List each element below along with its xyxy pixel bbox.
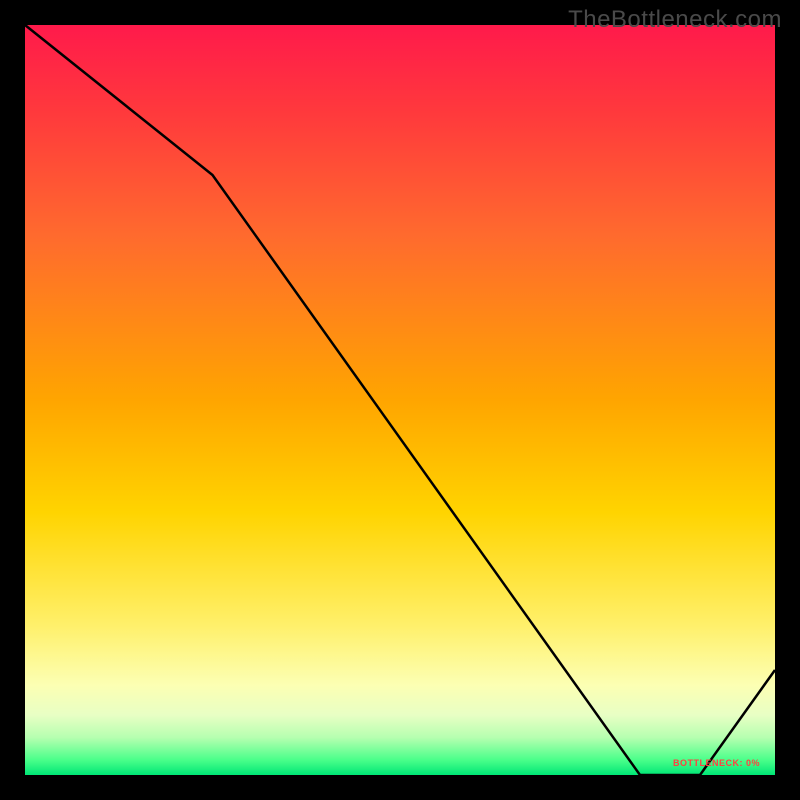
chart-frame: TheBottleneck.com BOTTLENECK: 0% <box>0 0 800 800</box>
bottleneck-annotation: BOTTLENECK: 0% <box>673 758 760 768</box>
bottleneck-line <box>25 25 775 775</box>
plot-area: BOTTLENECK: 0% <box>25 25 775 775</box>
bottleneck-polyline <box>25 25 775 775</box>
watermark-text: TheBottleneck.com <box>568 6 782 34</box>
